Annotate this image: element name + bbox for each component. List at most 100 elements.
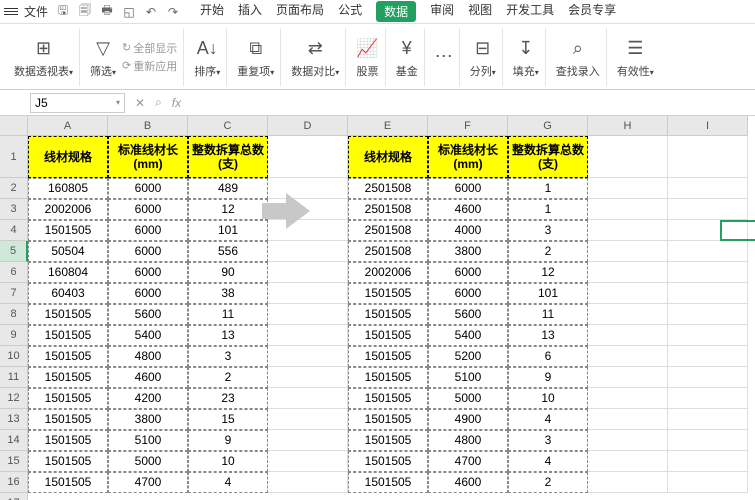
cell[interactable]: 50504 — [28, 241, 108, 262]
col-header[interactable]: F — [428, 116, 508, 136]
row-header[interactable]: 15 — [0, 451, 28, 472]
cell[interactable] — [588, 199, 668, 220]
row-header[interactable]: 5 — [0, 241, 28, 262]
tab-home[interactable]: 开始 — [200, 1, 224, 22]
print-icon[interactable]: 🖶 — [100, 5, 114, 19]
cell[interactable]: 2501508 — [348, 178, 428, 199]
cell[interactable] — [588, 262, 668, 283]
cell[interactable]: 6000 — [108, 220, 188, 241]
cell[interactable]: 线材规格 — [348, 136, 428, 178]
row-header[interactable]: 9 — [0, 325, 28, 346]
cell[interactable]: 5100 — [108, 430, 188, 451]
cell[interactable] — [588, 283, 668, 304]
cell[interactable] — [588, 346, 668, 367]
duplicates-button[interactable]: ⧉重复项▾ — [231, 28, 281, 86]
row-header[interactable]: 11 — [0, 367, 28, 388]
cell[interactable]: 3 — [508, 220, 588, 241]
cell[interactable]: 4600 — [428, 199, 508, 220]
cell[interactable]: 1501505 — [28, 472, 108, 493]
cell[interactable]: 1 — [508, 199, 588, 220]
cell[interactable]: 6000 — [108, 262, 188, 283]
cell[interactable]: 6000 — [428, 262, 508, 283]
cell[interactable]: 1501505 — [348, 451, 428, 472]
search-icon[interactable]: ⌕ — [155, 95, 162, 110]
cell[interactable]: 6000 — [108, 241, 188, 262]
cell[interactable]: 3 — [508, 430, 588, 451]
lookup-button[interactable]: ⌕查找录入 — [550, 28, 607, 86]
cell[interactable]: 4700 — [428, 451, 508, 472]
cell[interactable]: 6000 — [108, 199, 188, 220]
row-header[interactable]: 16 — [0, 472, 28, 493]
cell[interactable]: 5100 — [428, 367, 508, 388]
cell[interactable]: 4200 — [108, 388, 188, 409]
cell[interactable]: 标准线材长(mm) — [428, 136, 508, 178]
cell[interactable]: 5000 — [108, 451, 188, 472]
cell[interactable] — [268, 283, 348, 304]
cell[interactable]: 1501505 — [348, 388, 428, 409]
compare-button[interactable]: ⇄数据对比▾ — [285, 28, 346, 86]
save-as-icon[interactable]: 🗐 — [78, 5, 92, 19]
validation-button[interactable]: ☰有效性▾ — [611, 28, 660, 86]
tab-review[interactable]: 审阅 — [430, 1, 454, 22]
cell[interactable]: 1501505 — [348, 346, 428, 367]
cell[interactable]: 15 — [188, 409, 268, 430]
cell[interactable]: 11 — [508, 304, 588, 325]
tab-view[interactable]: 视图 — [468, 1, 492, 22]
cell[interactable] — [268, 241, 348, 262]
cell[interactable] — [268, 367, 348, 388]
cell[interactable] — [588, 304, 668, 325]
cell[interactable]: 1501505 — [28, 325, 108, 346]
cell[interactable]: 2501508 — [348, 199, 428, 220]
cell[interactable]: 6000 — [108, 283, 188, 304]
cell[interactable] — [588, 136, 668, 178]
cell[interactable]: 5400 — [108, 325, 188, 346]
cell[interactable]: 1501505 — [348, 472, 428, 493]
cell[interactable]: 3 — [188, 346, 268, 367]
cell[interactable] — [268, 409, 348, 430]
cell[interactable]: 23 — [188, 388, 268, 409]
cell[interactable] — [668, 283, 748, 304]
cell[interactable]: 12 — [508, 262, 588, 283]
cell[interactable] — [668, 472, 748, 493]
row-header[interactable]: 3 — [0, 199, 28, 220]
cell[interactable]: 10 — [188, 451, 268, 472]
cell[interactable]: 5000 — [428, 388, 508, 409]
col-header[interactable]: C — [188, 116, 268, 136]
col-header[interactable]: G — [508, 116, 588, 136]
row-header[interactable]: 1 — [0, 136, 28, 178]
undo-icon[interactable]: ↶ — [144, 5, 158, 19]
name-box[interactable]: J5▾ — [30, 93, 125, 113]
cell[interactable]: 整数拆算总数(支) — [188, 136, 268, 178]
cell[interactable]: 556 — [188, 241, 268, 262]
row-header[interactable]: 10 — [0, 346, 28, 367]
cell[interactable]: 2002006 — [348, 262, 428, 283]
cell[interactable]: 1501505 — [348, 283, 428, 304]
cell[interactable]: 12 — [188, 199, 268, 220]
show-all-button[interactable]: ↻ 全部显示 — [122, 40, 177, 56]
cell[interactable]: 4 — [508, 409, 588, 430]
cell[interactable] — [588, 325, 668, 346]
cell[interactable] — [588, 178, 668, 199]
cell[interactable]: 2 — [188, 367, 268, 388]
cell[interactable]: 5600 — [428, 304, 508, 325]
row-header[interactable]: 8 — [0, 304, 28, 325]
cell[interactable]: 160804 — [28, 262, 108, 283]
cell[interactable]: 1 — [508, 178, 588, 199]
tab-formula[interactable]: 公式 — [338, 1, 362, 22]
cell[interactable] — [268, 325, 348, 346]
select-all-corner[interactable] — [0, 116, 28, 136]
cell[interactable]: 160805 — [28, 178, 108, 199]
cell[interactable]: 4800 — [428, 430, 508, 451]
cell[interactable]: 1501505 — [28, 367, 108, 388]
cell[interactable]: 38 — [188, 283, 268, 304]
cell[interactable]: 5200 — [428, 346, 508, 367]
cell[interactable]: 4700 — [108, 472, 188, 493]
cell[interactable]: 4 — [188, 472, 268, 493]
row-header[interactable]: 6 — [0, 262, 28, 283]
row-header[interactable]: 17 — [0, 493, 28, 500]
cell[interactable] — [668, 430, 748, 451]
pivot-button[interactable]: ⊞数据透视表▾ — [8, 28, 80, 86]
cell[interactable]: 1501505 — [348, 430, 428, 451]
cell[interactable]: 1501505 — [28, 346, 108, 367]
stock-button[interactable]: 📈股票 — [350, 28, 385, 86]
